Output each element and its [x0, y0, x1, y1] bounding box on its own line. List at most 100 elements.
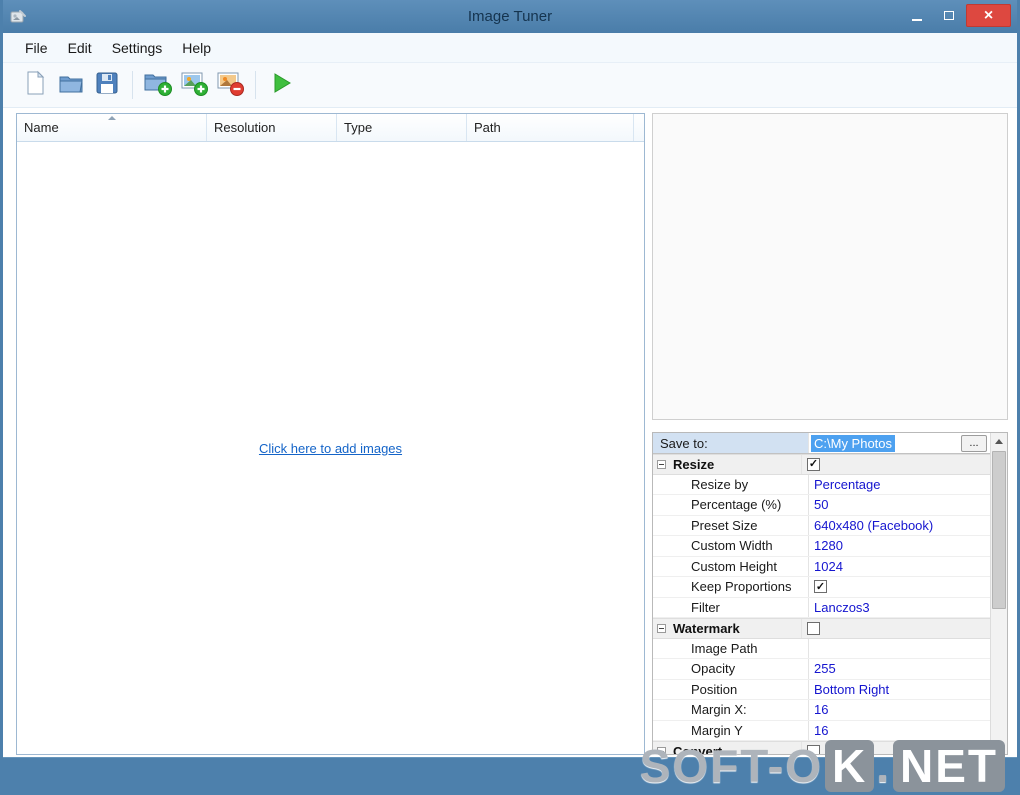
group-label: Watermark [673, 620, 740, 636]
group-row-resize[interactable]: Resize [653, 454, 990, 475]
setting-value[interactable]: 1280 [808, 536, 990, 556]
open-folder-button[interactable] [53, 67, 89, 103]
main-content: Name Resolution Type Path Click here to … [3, 108, 1017, 757]
setting-label: Percentage (%) [691, 497, 782, 513]
toolbar-separator [132, 71, 133, 99]
setting-label: Custom Height [691, 558, 777, 574]
column-header-resolution[interactable]: Resolution [207, 114, 337, 141]
menu-settings[interactable]: Settings [102, 36, 173, 60]
resize-enabled-checkbox[interactable] [807, 457, 820, 471]
setting-row-margin-y: Margin Y 16 [653, 720, 990, 741]
setting-label: Image Path [691, 640, 758, 656]
remove-image-icon [215, 69, 245, 102]
maximize-button[interactable] [934, 4, 964, 27]
file-list-header: Name Resolution Type Path [17, 114, 644, 142]
run-process-button[interactable] [263, 67, 299, 103]
save-button[interactable] [89, 67, 125, 103]
setting-label: Custom Width [691, 538, 773, 554]
setting-value[interactable]: Bottom Right [808, 679, 990, 699]
keep-proportions-checkbox[interactable] [814, 580, 827, 594]
menubar: File Edit Settings Help [3, 33, 1017, 63]
setting-value[interactable]: 16 [808, 720, 990, 740]
setting-row-preset-size: Preset Size 640x480 (Facebook) [653, 515, 990, 536]
setting-label: Margin Y [691, 722, 743, 738]
add-images-icon [179, 69, 209, 102]
setting-row-custom-height: Custom Height 1024 [653, 556, 990, 577]
minimize-button[interactable] [902, 4, 932, 27]
setting-value[interactable]: 640x480 (Facebook) [808, 515, 990, 535]
setting-row-resize-by: Resize by Percentage [653, 474, 990, 495]
browse-button[interactable]: ... [961, 434, 987, 452]
save-to-label: Save to: [653, 433, 808, 453]
setting-value-cell [808, 577, 990, 597]
setting-label: Position [691, 681, 738, 697]
group-label: Resize [673, 456, 715, 472]
new-document-button[interactable] [17, 67, 53, 103]
menu-help[interactable]: Help [172, 36, 221, 60]
collapse-icon[interactable] [657, 623, 666, 633]
menu-edit[interactable]: Edit [58, 36, 102, 60]
app-window: Image Tuner × File Edit Settings Help Na… [0, 0, 1020, 795]
sort-ascending-icon [107, 116, 116, 120]
setting-row-keep-proportions: Keep Proportions [653, 577, 990, 598]
column-header-name[interactable]: Name [17, 114, 207, 141]
setting-value[interactable]: 50 [808, 495, 990, 515]
setting-row-opacity: Opacity 255 [653, 659, 990, 680]
setting-row-position: Position Bottom Right [653, 679, 990, 700]
add-folder-button[interactable] [140, 67, 176, 103]
group-value-cell [801, 619, 990, 638]
column-label: Resolution [214, 120, 276, 135]
save-to-value[interactable]: C:\My Photos [811, 434, 896, 452]
toolbar [3, 63, 1017, 108]
file-list-panel: Name Resolution Type Path Click here to … [16, 113, 645, 755]
minimize-icon [912, 18, 922, 21]
titlebar[interactable]: Image Tuner × [3, 0, 1017, 33]
window-controls: × [902, 4, 1011, 27]
save-to-row: Save to: C:\My Photos ... [653, 433, 990, 454]
column-label: Name [24, 120, 59, 135]
site-watermark-text: NET [893, 740, 1005, 792]
close-button[interactable]: × [966, 4, 1011, 27]
setting-row-margin-x: Margin X: 16 [653, 700, 990, 721]
setting-value[interactable]: Lanczos3 [808, 597, 990, 617]
run-process-icon [268, 70, 294, 101]
setting-row-custom-width: Custom Width 1280 [653, 536, 990, 557]
site-watermark-text: K [824, 740, 875, 792]
watermark-enabled-checkbox[interactable] [807, 621, 820, 635]
add-images-link[interactable]: Click here to add images [259, 441, 402, 456]
setting-value[interactable] [808, 638, 990, 658]
window-title: Image Tuner [467, 8, 553, 25]
setting-value[interactable]: 255 [808, 659, 990, 679]
setting-label: Keep Proportions [691, 579, 792, 595]
site-watermark: SOFT-O K. NET [640, 739, 1007, 793]
site-watermark-text: . [876, 740, 891, 792]
settings-grid: Save to: C:\My Photos ... Resize Resize … [652, 432, 1008, 755]
column-header-path[interactable]: Path [467, 114, 634, 141]
add-folder-icon [143, 69, 173, 102]
settings-scrollbar[interactable] [990, 433, 1007, 754]
setting-value[interactable]: 1024 [808, 556, 990, 576]
file-list-body: Click here to add images [17, 142, 644, 754]
setting-label: Resize by [691, 476, 749, 492]
menu-file[interactable]: File [15, 36, 58, 60]
group-row-watermark[interactable]: Watermark [653, 618, 990, 639]
preview-panel [652, 113, 1008, 420]
maximize-icon [944, 11, 954, 20]
setting-row-filter: Filter Lanczos3 [653, 597, 990, 618]
column-header-type[interactable]: Type [337, 114, 467, 141]
scrollbar-thumb[interactable] [992, 451, 1006, 609]
scroll-up-button[interactable] [991, 433, 1007, 450]
column-header-filler [634, 114, 644, 141]
new-document-icon [22, 70, 48, 101]
right-panel: Save to: C:\My Photos ... Resize Resize … [652, 113, 1008, 755]
setting-label: Preset Size [691, 517, 758, 533]
remove-image-button[interactable] [212, 67, 248, 103]
app-icon [8, 7, 28, 27]
setting-value[interactable]: Percentage [808, 474, 990, 494]
setting-value[interactable]: 16 [808, 700, 990, 720]
setting-row-percentage: Percentage (%) 50 [653, 495, 990, 516]
add-images-button[interactable] [176, 67, 212, 103]
collapse-icon[interactable] [657, 459, 666, 469]
setting-label: Opacity [691, 661, 736, 677]
save-to-field[interactable]: C:\My Photos [808, 433, 961, 453]
